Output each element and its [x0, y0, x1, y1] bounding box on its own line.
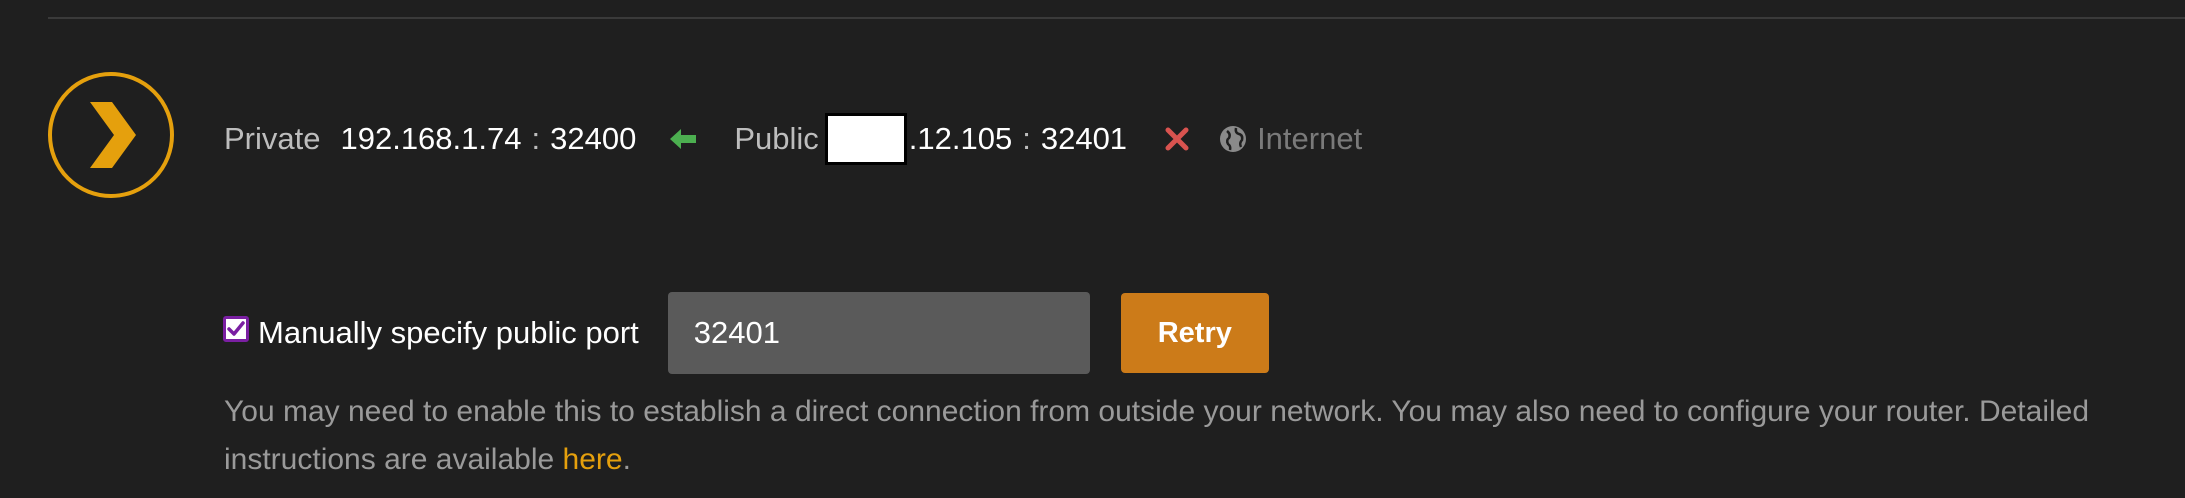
top-divider	[48, 17, 2185, 19]
private-port: 32400	[550, 121, 637, 156]
instructions-link[interactable]: here	[563, 443, 623, 476]
manual-port-label[interactable]: Manually specify public port	[258, 315, 639, 351]
help-trailing: .	[622, 443, 631, 476]
manual-port-row: Manually specify public port Retry	[223, 292, 1269, 374]
close-x-icon	[1165, 127, 1189, 151]
remote-access-panel: Private 192.168.1.74 : 32400 Public .12.…	[0, 0, 2185, 498]
help-body: You may need to enable this to establish…	[224, 395, 2090, 476]
retry-button[interactable]: Retry	[1120, 293, 1269, 373]
help-text: You may need to enable this to establish…	[224, 388, 2174, 484]
plex-logo	[48, 72, 174, 198]
public-ip-suffix: .12.105	[908, 121, 1013, 156]
globe-icon	[1219, 125, 1247, 153]
plex-chevron-icon	[90, 102, 136, 168]
public-label: Public	[734, 121, 819, 156]
private-label: Private	[224, 121, 321, 156]
checkmark-icon	[227, 321, 245, 336]
public-port: 32401	[1040, 121, 1128, 156]
internet-label: Internet	[1257, 121, 1363, 156]
public-port-input[interactable]	[667, 292, 1090, 374]
redacted-box	[824, 113, 907, 165]
port-separator: :	[531, 121, 541, 156]
connection-status-row: Private 192.168.1.74 : 32400 Public .12.…	[224, 113, 1363, 165]
manual-port-checkbox[interactable]	[223, 316, 249, 342]
port-separator: :	[1022, 121, 1031, 156]
arrow-left-icon	[670, 129, 697, 149]
private-ip: 192.168.1.74	[340, 121, 522, 156]
